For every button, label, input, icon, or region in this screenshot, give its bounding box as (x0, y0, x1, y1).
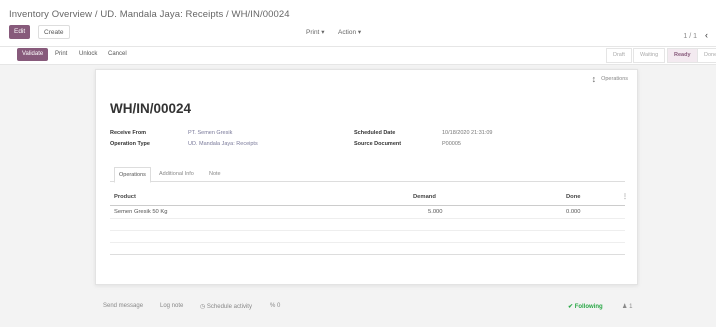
table-row[interactable]: Semen Gresik 50 Kg 5.000 0.000 (110, 206, 625, 219)
followers-count: 1 (629, 304, 633, 310)
status-draft: Draft (606, 48, 632, 63)
receive-from-label: Receive From (110, 130, 147, 136)
receive-from-value[interactable]: PT. Semen Gresik (188, 130, 232, 136)
empty-row (110, 231, 625, 243)
form-sheet: ↕ Operations WH/IN/00024 Receive From PT… (95, 69, 638, 285)
print-menu-label: Print (306, 29, 320, 36)
create-button[interactable]: Create (38, 25, 70, 39)
following-button[interactable]: ✔ Following (568, 303, 603, 310)
breadcrumb[interactable]: Inventory Overview / UD. Mandala Jaya: R… (9, 9, 290, 20)
page-title: WH/IN/00024 (110, 101, 192, 116)
caret-down-icon: ▾ (357, 29, 362, 36)
print-menu[interactable]: Print ▾ (306, 28, 324, 36)
tab-note[interactable]: Note (205, 167, 225, 181)
row-demand: 5.000 (428, 209, 443, 215)
paperclip-icon: % (270, 303, 276, 309)
status-done: Done (697, 48, 716, 63)
column-product[interactable]: Product (114, 194, 136, 200)
print-button[interactable]: Print (50, 48, 72, 61)
empty-row (110, 219, 625, 231)
operations-label: Operations (601, 76, 628, 82)
tab-additional-info[interactable]: Additional Info (155, 167, 198, 181)
column-options-icon[interactable]: ⋮ (622, 194, 628, 200)
unlock-button[interactable]: Unlock (74, 48, 102, 61)
log-note-button[interactable]: Log note (160, 303, 183, 309)
operations-smart-button[interactable]: ↕ Operations (592, 72, 628, 86)
attachments-button[interactable]: % 0 (270, 303, 280, 309)
action-menu[interactable]: Action ▾ (338, 28, 361, 36)
operation-type-label: Operation Type (110, 141, 150, 147)
move-lines-table: Product Demand Done ⋮ Semen Gresik 50 Kg… (110, 189, 628, 255)
sheet-divider (110, 254, 625, 255)
column-demand[interactable]: Demand (413, 194, 436, 200)
following-label: Following (574, 304, 603, 310)
pager: 1 / 1 ‹ (683, 30, 708, 40)
row-done: 0.000 (566, 209, 581, 215)
cancel-button[interactable]: Cancel (103, 48, 132, 61)
clock-icon: ◷ (200, 304, 206, 310)
validate-button[interactable]: Validate (17, 48, 49, 61)
tab-operations[interactable]: Operations (114, 167, 151, 183)
previous-record-icon[interactable]: ‹ (705, 30, 708, 40)
status-action-bar: Validate Print Unlock Cancel Draft Waiti… (0, 46, 716, 65)
control-panel: Inventory Overview / UD. Mandala Jaya: R… (0, 0, 716, 46)
row-product: Semen Gresik 50 Kg (114, 209, 168, 215)
status-waiting: Waiting (633, 48, 666, 63)
source-document-value: P00005 (442, 141, 461, 147)
schedule-activity-label: Schedule activity (206, 304, 252, 310)
arrows-vertical-icon: ↕ (591, 74, 597, 84)
edit-button[interactable]: Edit (9, 25, 31, 39)
source-document-label: Source Document (354, 141, 402, 147)
check-icon: ✔ (568, 304, 574, 310)
schedule-activity-button[interactable]: ◷ Schedule activity (200, 303, 252, 310)
table-header: Product Demand Done ⋮ (110, 189, 628, 206)
attachments-count: 0 (277, 303, 281, 309)
status-ready: Ready (667, 48, 698, 63)
send-message-button[interactable]: Send message (103, 303, 143, 309)
column-done[interactable]: Done (566, 194, 581, 200)
chatter-bar: Send message Log note ◷ Schedule activit… (0, 289, 716, 327)
action-menu-label: Action (338, 29, 357, 36)
followers-button[interactable]: ♟ 1 (622, 303, 632, 310)
scheduled-date-label: Scheduled Date (354, 130, 396, 136)
user-icon: ♟ (622, 304, 628, 310)
caret-down-icon: ▾ (321, 29, 325, 36)
pager-value[interactable]: 1 / 1 (683, 33, 697, 40)
operation-type-value[interactable]: UD. Mandala Jaya: Receipts (188, 141, 258, 147)
notebook-tabs: Operations Additional Info Note (110, 167, 625, 183)
scheduled-date-value: 10/18/2020 21:31:09 (442, 130, 493, 136)
